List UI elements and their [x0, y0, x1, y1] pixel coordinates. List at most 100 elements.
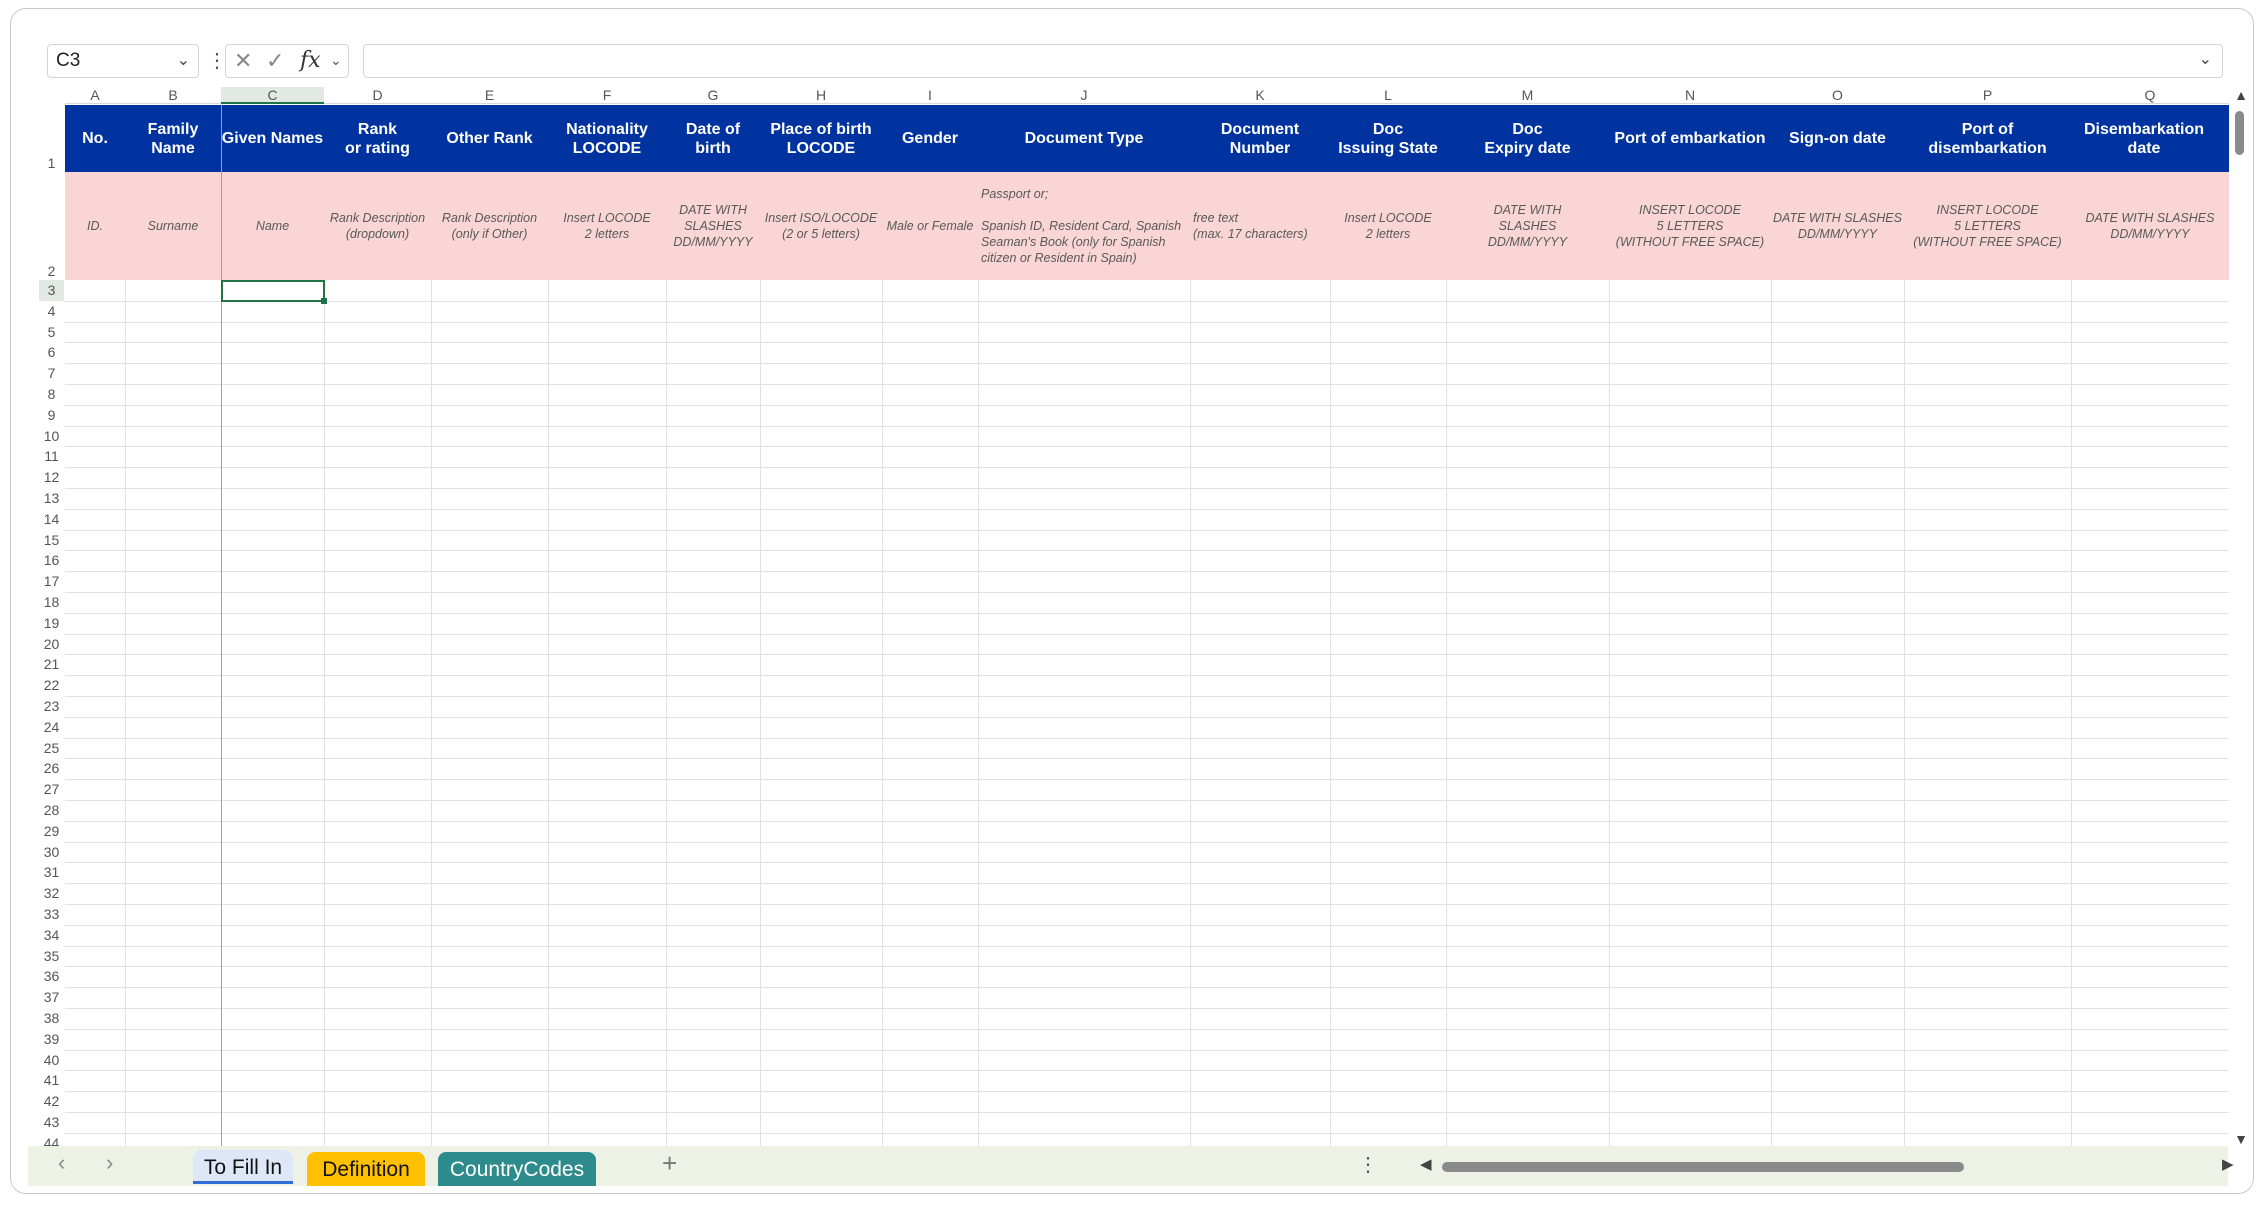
row-header-19[interactable]: 19 — [39, 613, 64, 634]
horizontal-scroll-thumb[interactable] — [1442, 1162, 1964, 1172]
column-header-k[interactable]: K — [1190, 87, 1330, 104]
column-header-m[interactable]: M — [1446, 87, 1609, 104]
row-header-5[interactable]: 5 — [39, 322, 64, 343]
row-header-7[interactable]: 7 — [39, 363, 64, 384]
hint-cell-j[interactable]: Passport or; Spanish ID, Resident Card, … — [978, 172, 1190, 280]
hint-cell-a[interactable]: ID. — [65, 172, 125, 280]
row-header-30[interactable]: 30 — [39, 842, 64, 863]
header-cell-n[interactable]: Port of embarkation — [1609, 105, 1771, 172]
row-header-18[interactable]: 18 — [39, 592, 64, 613]
row-header-12[interactable]: 12 — [39, 467, 64, 488]
header-cell-g[interactable]: Date of birth — [666, 105, 760, 172]
scroll-left-icon[interactable]: ◀ — [1420, 1155, 1432, 1173]
chevron-down-icon[interactable]: ⌄ — [330, 52, 342, 69]
row-header-6[interactable]: 6 — [39, 342, 64, 363]
hint-cell-o[interactable]: DATE WITH SLASHES DD/MM/YYYY — [1771, 172, 1904, 280]
scroll-up-icon[interactable]: ▲ — [2232, 87, 2250, 103]
header-cell-p[interactable]: Port of disembarkation — [1904, 105, 2071, 172]
hint-cell-k[interactable]: free text (max. 17 characters) — [1190, 172, 1330, 280]
chevron-left-icon[interactable]: ‹ — [58, 1150, 65, 1176]
row-header-33[interactable]: 33 — [39, 904, 64, 925]
worksheet-grid[interactable]: A B C D E F G H I J K L M N O P Q No. ID. Family Name Surnam… — [39, 87, 2229, 1150]
sheet-tab-definition[interactable]: Definition — [307, 1152, 425, 1186]
scroll-down-icon[interactable]: ▼ — [2232, 1131, 2250, 1147]
header-cell-o[interactable]: Sign-on date — [1771, 105, 1904, 172]
row-header-24[interactable]: 24 — [39, 717, 64, 738]
row-header-26[interactable]: 26 — [39, 758, 64, 779]
row-header-31[interactable]: 31 — [39, 862, 64, 883]
sheet-tab-countrycodes[interactable]: CountryCodes — [438, 1152, 596, 1186]
header-cell-c[interactable]: Given Names — [221, 105, 324, 172]
column-header-d[interactable]: D — [324, 87, 431, 104]
header-cell-b[interactable]: Family Name — [125, 105, 221, 172]
column-header-f[interactable]: F — [548, 87, 666, 104]
row-header-41[interactable]: 41 — [39, 1070, 64, 1091]
row-header-37[interactable]: 37 — [39, 987, 64, 1008]
row-header-15[interactable]: 15 — [39, 530, 64, 551]
horizontal-scrollbar[interactable]: ◀ ▶ — [1412, 1156, 2238, 1178]
row-header-38[interactable]: 38 — [39, 1008, 64, 1029]
header-cell-q[interactable]: Disembarkation date — [2071, 105, 2229, 172]
row-header-4[interactable]: 4 — [39, 301, 64, 322]
header-cell-f[interactable]: Nationality LOCODE — [548, 105, 666, 172]
hint-cell-n[interactable]: INSERT LOCODE 5 LETTERS (WITHOUT FREE SP… — [1609, 172, 1771, 280]
column-header-a[interactable]: A — [65, 87, 125, 104]
row-header-27[interactable]: 27 — [39, 779, 64, 800]
column-header-j[interactable]: J — [978, 87, 1190, 104]
hint-cell-i[interactable]: Male or Female — [882, 172, 978, 280]
vertical-scroll-thumb[interactable] — [2235, 111, 2244, 155]
more-options-icon[interactable]: ⋮ — [1358, 1152, 1378, 1177]
header-cell-e[interactable]: Other Rank — [431, 105, 548, 172]
hint-cell-e[interactable]: Rank Description (only if Other) — [431, 172, 548, 280]
row-header-21[interactable]: 21 — [39, 654, 64, 675]
row-header-10[interactable]: 10 — [39, 426, 64, 447]
column-header-n[interactable]: N — [1609, 87, 1771, 104]
hint-cell-h[interactable]: Insert ISO/LOCODE (2 or 5 letters) — [760, 172, 882, 280]
add-sheet-icon[interactable]: + — [662, 1148, 677, 1179]
row-header-22[interactable]: 22 — [39, 675, 64, 696]
close-icon[interactable]: ✕ — [234, 48, 252, 74]
more-options-icon[interactable]: ⋮ — [207, 46, 227, 76]
hint-cell-c[interactable]: Name — [221, 172, 324, 280]
column-header-o[interactable]: O — [1771, 87, 1904, 104]
row-header-11[interactable]: 11 — [39, 446, 64, 467]
chevron-down-icon[interactable]: ⌄ — [2199, 49, 2212, 69]
row-header-29[interactable]: 29 — [39, 821, 64, 842]
row-header-32[interactable]: 32 — [39, 883, 64, 904]
column-header-p[interactable]: P — [1904, 87, 2071, 104]
row-header-14[interactable]: 14 — [39, 509, 64, 530]
hint-cell-m[interactable]: DATE WITH SLASHES DD/MM/YYYY — [1446, 172, 1609, 280]
column-header-c[interactable]: C — [221, 87, 324, 104]
row-header-13[interactable]: 13 — [39, 488, 64, 509]
scroll-right-icon[interactable]: ▶ — [2222, 1155, 2234, 1173]
row-header-35[interactable]: 35 — [39, 946, 64, 967]
row-header-16[interactable]: 16 — [39, 550, 64, 571]
column-header-l[interactable]: L — [1330, 87, 1446, 104]
hint-cell-g[interactable]: DATE WITH SLASHES DD/MM/YYYY — [666, 172, 760, 280]
row-header-17[interactable]: 17 — [39, 571, 64, 592]
row-header-8[interactable]: 8 — [39, 384, 64, 405]
selected-cell[interactable] — [221, 280, 325, 302]
row-header-20[interactable]: 20 — [39, 634, 64, 655]
hint-cell-p[interactable]: INSERT LOCODE 5 LETTERS (WITHOUT FREE SP… — [1904, 172, 2071, 280]
row-header-2[interactable]: 2 — [39, 172, 64, 280]
row-header-23[interactable]: 23 — [39, 696, 64, 717]
row-header-43[interactable]: 43 — [39, 1112, 64, 1133]
column-header-q[interactable]: Q — [2071, 87, 2229, 104]
row-header-36[interactable]: 36 — [39, 966, 64, 987]
hint-cell-b[interactable]: Surname — [125, 172, 221, 280]
row-header-1[interactable]: 1 — [39, 105, 64, 172]
row-header-42[interactable]: 42 — [39, 1091, 64, 1112]
hint-cell-f[interactable]: Insert LOCODE 2 letters — [548, 172, 666, 280]
name-box[interactable]: C3 ⌄ — [47, 44, 199, 78]
check-icon[interactable]: ✓ — [266, 48, 284, 74]
header-cell-a[interactable]: No. — [65, 105, 125, 172]
header-cell-h[interactable]: Place of birth LOCODE — [760, 105, 882, 172]
header-cell-l[interactable]: Doc Issuing State — [1330, 105, 1446, 172]
header-cell-m[interactable]: Doc Expiry date — [1446, 105, 1609, 172]
chevron-right-icon[interactable]: › — [106, 1150, 113, 1176]
formula-input[interactable]: ⌄ — [363, 44, 2223, 78]
column-header-e[interactable]: E — [431, 87, 548, 104]
header-cell-d[interactable]: Rank or rating — [324, 105, 431, 172]
row-header-9[interactable]: 9 — [39, 405, 64, 426]
